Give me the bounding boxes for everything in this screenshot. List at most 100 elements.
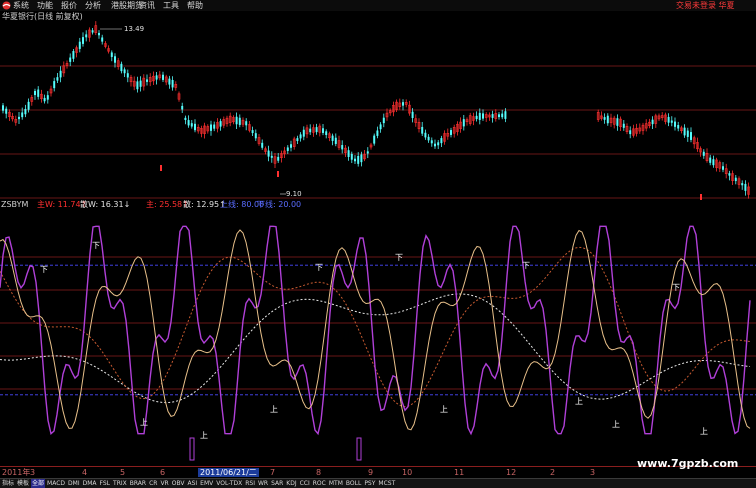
candle-body [722,166,724,170]
candle-body [136,81,139,90]
candle-body [744,183,747,191]
candle-body [194,123,196,131]
candle-body [69,57,72,62]
candle-body [146,79,148,82]
candle-body [475,115,478,120]
marker-down-label: 下 [522,261,530,270]
candle-body [59,70,62,78]
indicator-header: ZSBYM 主W: 11.74↑ 散W: 16.31↓ 主: 25.58↑ 散:… [0,200,756,212]
series-san [0,293,751,404]
candle-body [373,135,376,144]
candle-body [376,130,379,136]
candle-body [430,140,433,144]
candle-body [651,119,654,125]
indicator-name[interactable]: ZSBYM [1,200,28,210]
candle-body [354,158,356,162]
marker-up-label: 上 [270,405,278,414]
candle-body [43,97,46,102]
candle-body [72,51,75,59]
menu-help[interactable]: 帮助 [187,0,203,11]
signal-tick [277,171,279,177]
candle-body [296,138,299,142]
menu-analysis[interactable]: 分析 [85,0,101,11]
candle-body [101,37,104,42]
marker-up-label: 上 [612,420,620,429]
marker-up-label: 上 [200,431,208,440]
candle-body [238,117,241,125]
candle-body [114,56,116,63]
candle-body [286,147,289,151]
candle-body [325,131,328,136]
xaxis-label: 4 [82,468,88,477]
candle-body [322,128,324,133]
candle-body [427,136,430,141]
candle-body [686,130,689,137]
menu-quote[interactable]: 报价 [61,0,77,11]
candle-body [37,89,40,97]
candle-body [18,116,20,120]
candle-body [235,116,238,125]
menu-system[interactable]: 系统 [13,0,29,11]
candle-body [277,156,280,161]
candle-body [478,112,481,120]
candle-body [606,115,609,124]
signal-bar [356,437,362,461]
login-status[interactable]: 交易未登录 华夏 [676,0,735,11]
candle-body [450,130,452,135]
candle-body [120,63,123,72]
xaxis-label: 11 [454,468,465,477]
candle-body [331,135,334,141]
menu-function[interactable]: 功能 [37,0,53,11]
candle-body [677,125,680,129]
candle-body [98,32,100,36]
candle-body [741,183,744,186]
candle-body [219,121,222,127]
candle-body [251,130,254,134]
candle-body [123,69,126,74]
xaxis-label: 8 [316,468,322,477]
candle-body [350,153,353,160]
xaxis-label: 7 [270,468,276,477]
candle-body [210,124,212,131]
app-logo-icon [2,1,11,10]
candle-body [56,77,59,81]
candle-body [734,177,737,182]
param-san-w: 散W: 16.31↓ [80,200,131,209]
candle-body [616,118,619,126]
candle-body [53,81,56,89]
xaxis-label: 9 [368,468,374,477]
candle-body [702,151,705,156]
candle-body [622,123,625,128]
menu-info[interactable]: 资讯 [139,0,155,11]
xaxis-label: 3 [30,468,36,477]
candle-body [213,124,216,129]
candle-body [110,52,113,57]
price-chart[interactable] [0,11,756,201]
candle-body [299,134,302,139]
xaxis-label: 5 [120,468,126,477]
marker-down-label: 下 [92,241,100,250]
candle-body [261,142,264,148]
candle-body [309,128,312,133]
indicator-chart[interactable]: 上上上 上上上上下下下下下下 [0,212,756,466]
signal-tick [160,165,162,171]
candle-body [434,143,436,147]
candle-body [629,130,632,135]
xaxis-label: 2 [550,468,556,477]
candle-body [357,155,360,164]
candle-body [171,80,174,88]
candle-body [139,80,142,87]
candle-body [187,120,190,126]
candle-body [162,74,164,80]
candle-body [126,73,129,78]
candle-body [360,154,363,163]
date-cursor: 2011/06/21/二 [198,468,259,477]
menu-tools[interactable]: 工具 [163,0,179,11]
xaxis-label: 12 [506,468,517,477]
marker-down-label: 下 [672,283,680,292]
candle-body [709,157,712,163]
candle-body [190,123,193,127]
marker-down-label: 下 [40,265,48,274]
price-high-label: 13.49 [124,25,145,33]
xaxis-label: 2011年 [2,468,31,477]
